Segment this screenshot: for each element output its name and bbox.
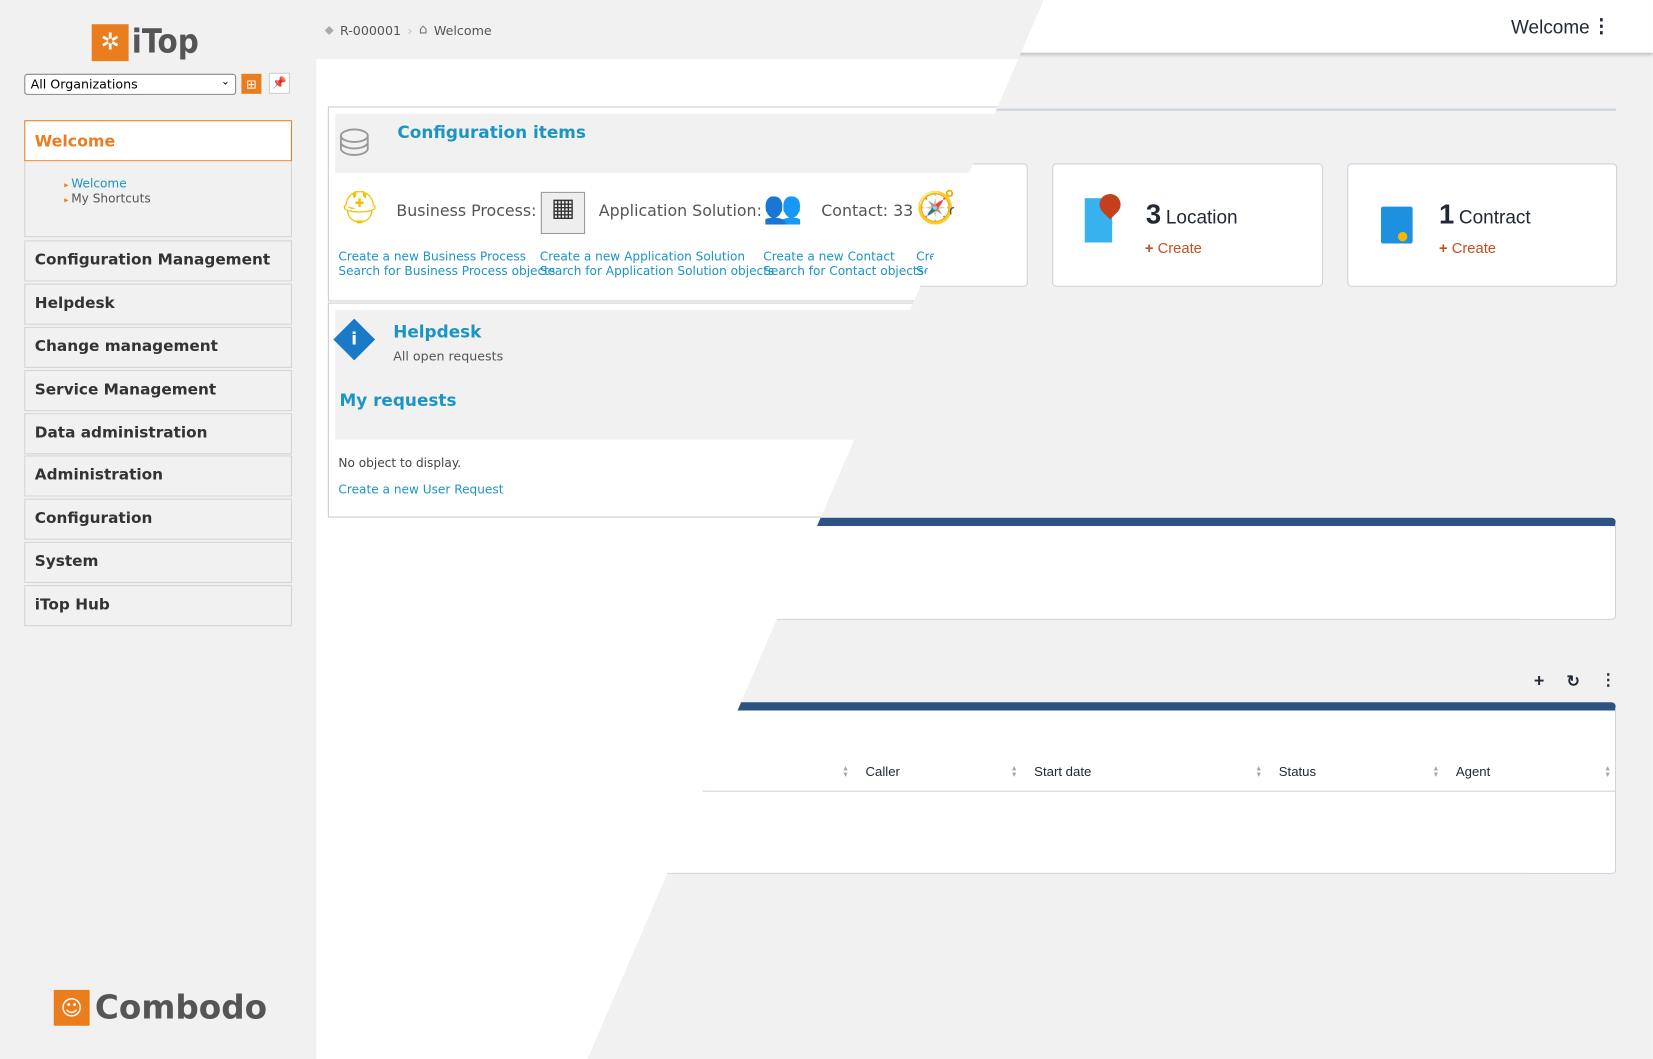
column-start-date[interactable]: Start date <box>1034 764 1091 779</box>
contact-icon: 👥 <box>763 189 803 227</box>
config-items-title: Configuration items <box>397 122 586 143</box>
application-solution-icon: ▦ <box>540 191 586 235</box>
chevron-down-icon: ⌄ <box>220 75 230 88</box>
menu-group-itop-hub[interactable]: iTop Hub <box>24 585 293 627</box>
sort-icon[interactable]: ▴ ▾ <box>1434 764 1438 779</box>
organization-select[interactable]: All Organizations ⌄ <box>24 73 237 95</box>
table-more-icon[interactable]: ⋮ <box>1600 670 1616 690</box>
column-caller[interactable]: Caller <box>865 764 899 779</box>
column-agent[interactable]: Agent <box>1456 764 1490 779</box>
menu-group-administration[interactable]: Administration <box>24 455 293 497</box>
sort-icon[interactable]: ▴ ▾ <box>1257 764 1261 779</box>
contract-icon <box>1381 206 1413 244</box>
create-contact-link[interactable]: Create a new Contact <box>763 249 924 264</box>
helpdesk-title: Helpdesk <box>393 321 482 342</box>
create-contract-button[interactable]: + Create <box>1439 239 1496 256</box>
menu-group-configuration[interactable]: Configuration <box>24 498 293 540</box>
itop-logo[interactable]: ✲ iTop <box>91 23 199 61</box>
menu-group-helpdesk[interactable]: Helpdesk <box>24 283 293 325</box>
menu-item-welcome[interactable]: ▸ Welcome <box>64 176 291 191</box>
menu-group-system[interactable]: System <box>24 541 293 583</box>
combodo-logo-icon: ☺ <box>53 989 90 1026</box>
breadcrumb-item[interactable]: R-000001 <box>340 23 401 38</box>
info-bell-icon: i <box>333 318 376 361</box>
menu-group-configuration-management[interactable]: Configuration Management <box>24 240 293 282</box>
combodo-logo[interactable]: ☺ Combodo <box>53 989 267 1027</box>
create-location-button[interactable]: + Create <box>1145 239 1202 256</box>
create-business-process-link[interactable]: Create a new Business Process <box>338 249 555 264</box>
org-tree-icon[interactable]: ⊞ <box>241 73 262 94</box>
ticket-icon: ◆ <box>324 23 334 37</box>
sort-icon[interactable]: ▴ ▾ <box>1012 764 1016 779</box>
breadcrumb: ◆ R-000001 › ⌂ Welcome <box>325 22 492 38</box>
search-application-solution-link[interactable]: Search for Application Solution objects <box>540 264 775 279</box>
chevron-right-icon: › <box>407 22 413 38</box>
menu-group-data-administration[interactable]: Data administration <box>24 413 293 455</box>
database-icon: ⛁ <box>338 122 371 166</box>
create-user-request-link[interactable]: Create a new User Request <box>338 482 503 497</box>
organization-select-value: All Organizations <box>30 76 138 92</box>
my-requests-title: My requests <box>339 390 457 411</box>
sort-icon[interactable]: ▴ ▾ <box>1606 764 1610 779</box>
menu-group-service-management[interactable]: Service Management <box>24 370 293 412</box>
itop-logo-icon: ✲ <box>91 23 129 61</box>
search-contact-link[interactable]: Search for Contact objects <box>763 264 924 279</box>
column-status[interactable]: Status <box>1279 764 1316 779</box>
dashlet-contract[interactable]: 1 Contract + Create <box>1347 163 1618 287</box>
create-application-solution-link[interactable]: Create a new Application Solution <box>540 249 775 264</box>
pin-icon[interactable]: 📌 <box>268 72 290 94</box>
menu-item-my-shortcuts[interactable]: ▸ My Shortcuts <box>64 191 291 206</box>
search-business-process-link[interactable]: Search for Business Process objects <box>338 264 555 279</box>
more-menu-icon[interactable]: ⋮ <box>1592 16 1611 38</box>
breadcrumb-item[interactable]: Welcome <box>434 23 492 38</box>
add-icon[interactable]: + <box>1534 670 1544 691</box>
menu-welcome-items: ▸ Welcome ▸ My Shortcuts <box>24 161 293 238</box>
map-pin-icon <box>1084 189 1125 243</box>
menu-group-welcome[interactable]: Welcome <box>24 120 293 162</box>
helmet-icon: ⛑ <box>339 189 380 227</box>
sort-icon[interactable]: ▴ ▾ <box>843 764 847 779</box>
refresh-icon[interactable]: ↻ <box>1567 672 1580 691</box>
menu-group-change-management[interactable]: Change management <box>24 326 293 368</box>
home-icon: ⌂ <box>418 22 428 38</box>
page-title: Welcome <box>1510 16 1590 38</box>
dashlet-location[interactable]: 3 Location + Create <box>1052 163 1324 287</box>
